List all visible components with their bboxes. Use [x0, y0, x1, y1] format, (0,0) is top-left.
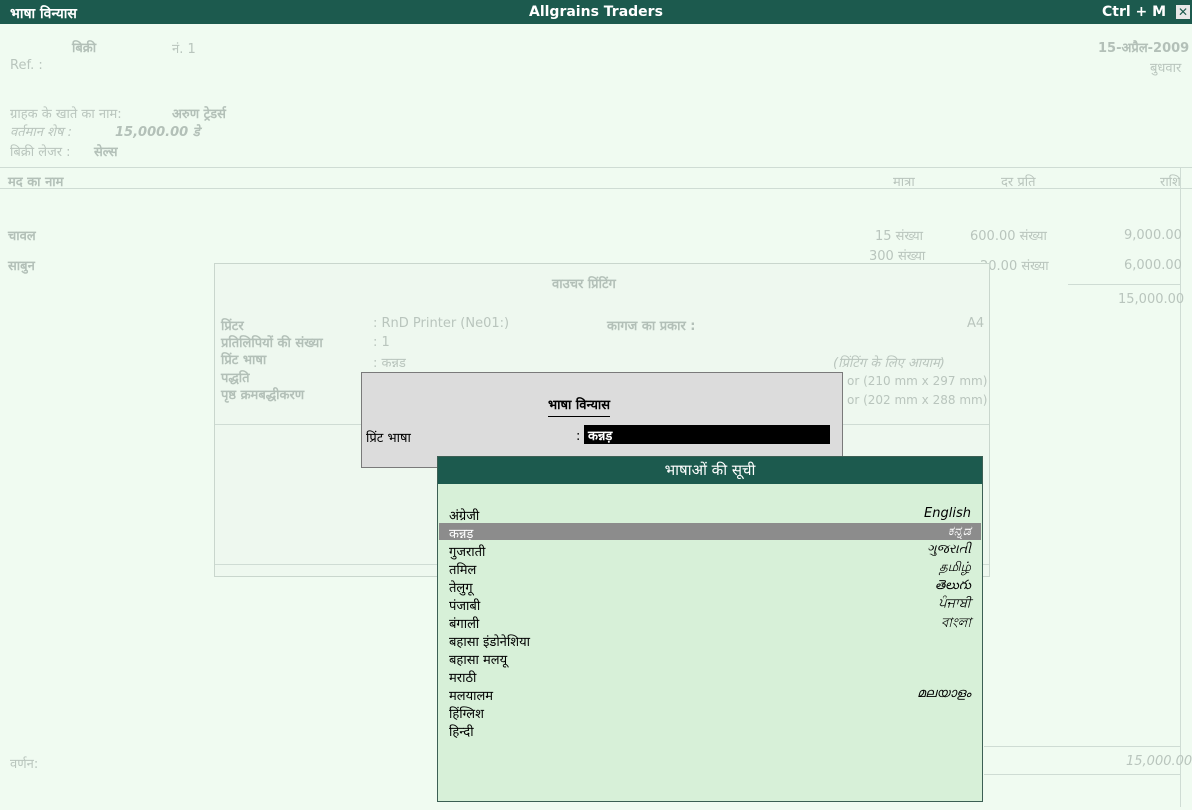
language-item[interactable]: हिंग्लिश [439, 703, 981, 722]
row-item: साबुन [8, 259, 35, 274]
paper-value[interactable]: A4 [967, 316, 984, 331]
paper-label: कागज का प्रकार : [607, 319, 696, 334]
voucher-number: नं. 1 [172, 42, 196, 57]
voucher-printing-title: वाउचर प्रिंटिंग [552, 277, 616, 292]
balance-value: 15,000.00 डे [115, 125, 200, 140]
narration-label: वर्णन: [10, 757, 39, 772]
language-item[interactable]: मराठी [439, 667, 981, 686]
language-item[interactable]: हिन्दी [439, 721, 981, 740]
language-item[interactable]: पंजाबी ਪੰਜਾਬੀ [439, 595, 981, 614]
screen-title: भाषा विन्यास [10, 6, 77, 22]
title-bar: भाषा विन्यास Allgrains Traders Ctrl + M … [0, 0, 1192, 24]
printer-label: प्रिंटर [221, 319, 244, 334]
voucher-date: 15-अप्रैल-2009 [1098, 41, 1190, 56]
party-label: ग्राहक के खाते का नाम: [10, 107, 122, 122]
printer-value[interactable]: : RnD Printer (Ne01:) [373, 316, 509, 331]
ledger-label: बिक्री लेजर : [10, 145, 71, 160]
ledger-value: सेल्स [94, 145, 118, 160]
company-name: Allgrains Traders [529, 4, 663, 20]
shortcut-label: Ctrl + M [1102, 4, 1167, 20]
language-item[interactable]: गुजराती ગુજરાતી [439, 541, 981, 560]
row-rate: 20.00 संख्या [980, 259, 1049, 274]
page-numbering-label: पृष्ठ क्रमबद्धीकरण [221, 388, 305, 403]
language-config-dialog: भाषा विन्यास प्रिंट भाषा : कन्नड़ [361, 372, 843, 468]
dimension-1: or (210 mm x 297 mm) [847, 374, 988, 388]
method-label: पद्धति [221, 371, 250, 386]
close-icon[interactable]: ✕ [1176, 5, 1190, 19]
subtotal: 15,000.00 [1118, 292, 1185, 307]
language-item[interactable]: तेलुगू తెలుగు [439, 577, 981, 596]
language-item[interactable]: बहासा मलयू [439, 649, 981, 668]
voucher-day: बुधवार [1150, 61, 1182, 76]
language-item[interactable]: अंग्रेजी English [439, 505, 981, 524]
language-list-title: भाषाओं की सूची [438, 457, 982, 484]
print-language-value[interactable]: : कन्नड [373, 353, 406, 371]
language-item-selected[interactable]: कन्नड़ ಕನ್ನಡ [439, 523, 981, 542]
language-item[interactable]: बहासा इंडोनेशिया [439, 631, 981, 650]
language-item[interactable]: मलयालम മലയാളം [439, 685, 981, 704]
balance-label: वर्तमान शेष : [10, 125, 72, 140]
language-item[interactable]: तमिल தமிழ் [439, 559, 981, 578]
dimension-2: or (202 mm x 288 mm) [847, 393, 988, 407]
ref-label: Ref. : [10, 58, 43, 73]
print-language-input[interactable]: कन्नड़ [584, 425, 830, 444]
row-amount: 6,000.00 [1124, 258, 1182, 273]
party-value: अरुण ट्रेडर्स [172, 107, 226, 122]
print-language-input-value: कन्नड़ [588, 429, 613, 444]
row-qty: 15 संख्या [875, 229, 923, 244]
voucher-type: बिक्री [72, 41, 97, 56]
copies-label: प्रतिलिपियों की संख्या [221, 336, 323, 351]
row-item: चावल [8, 229, 36, 244]
grand-total: 15,000.00 [1126, 754, 1192, 769]
copies-value[interactable]: : 1 [373, 335, 390, 350]
print-language-field-label: प्रिंट भाषा [366, 431, 411, 446]
row-amount: 9,000.00 [1124, 228, 1182, 243]
language-config-title: भाषा विन्यास [548, 395, 611, 417]
row-rate: 600.00 संख्या [970, 229, 1047, 244]
language-list-popup: भाषाओं की सूची अंग्रेजी English कन्नड़ ಕ… [437, 456, 983, 802]
language-item[interactable]: बंगाली বাংলা [439, 613, 981, 632]
dimensions-label: (प्रिंटिंग के लिए आयाम) [833, 356, 945, 371]
print-language-label: प्रिंट भाषा [221, 353, 267, 368]
row-qty: 300 संख्या [869, 249, 926, 264]
